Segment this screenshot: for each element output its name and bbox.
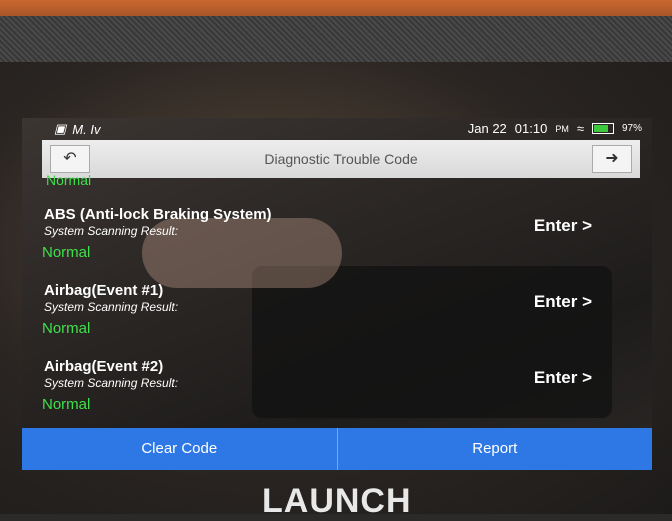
system-result-label: System Scanning Result:	[44, 224, 179, 238]
system-list: Normal ABS (Anti-lock Braking System) Sy…	[22, 172, 652, 424]
device-grille	[0, 16, 672, 62]
status-bar: ▣ M. Iv Jan 22 01:10 PM ≈ 97%	[46, 118, 652, 140]
system-result-label: System Scanning Result:	[44, 376, 179, 390]
clear-code-button[interactable]: Clear Code	[22, 428, 338, 470]
system-name: Airbag(Event #2)	[44, 358, 164, 375]
system-status: Normal	[42, 320, 91, 337]
device-screen: ▣ M. Iv Jan 22 01:10 PM ≈ 97% ↶ Diagnost…	[22, 118, 652, 470]
enter-button[interactable]: Enter >	[534, 292, 592, 312]
list-item: Airbag(Event #2) System Scanning Result:…	[22, 358, 652, 436]
report-button[interactable]: Report	[338, 428, 653, 470]
system-result-label: System Scanning Result:	[44, 300, 179, 314]
battery-icon	[591, 123, 614, 134]
status-time: 01:10	[514, 121, 548, 136]
enter-button[interactable]: Enter >	[534, 216, 592, 236]
enter-button[interactable]: Enter >	[534, 368, 592, 388]
brand-logo: LAUNCH	[262, 482, 412, 520]
list-item: Airbag(Event #1) System Scanning Result:…	[22, 282, 652, 360]
system-name: ABS (Anti-lock Braking System)	[44, 206, 272, 223]
device-case-top	[0, 0, 672, 16]
battery-level: 97%	[621, 123, 642, 134]
gallery-icon: ▣	[54, 121, 67, 136]
exit-door-icon: ➜	[605, 150, 619, 167]
system-status: Normal	[42, 244, 91, 261]
system-name: Airbag(Event #1)	[44, 282, 164, 299]
title-bar: ↶ Diagnostic Trouble Code ➜	[42, 140, 640, 178]
page-title: Diagnostic Trouble Code	[264, 151, 418, 167]
status-date: Jan 22	[467, 121, 507, 136]
footer-bar: Clear Code Report	[22, 428, 652, 470]
previous-item-status: Normal	[46, 172, 92, 188]
exit-button[interactable]: ➜	[592, 145, 632, 173]
system-status: Normal	[42, 396, 91, 413]
wifi-icon: ≈	[576, 121, 584, 136]
status-left-text: M. Iv	[72, 121, 101, 137]
status-ampm: PM	[555, 123, 569, 134]
list-item: ABS (Anti-lock Braking System) System Sc…	[22, 206, 652, 284]
